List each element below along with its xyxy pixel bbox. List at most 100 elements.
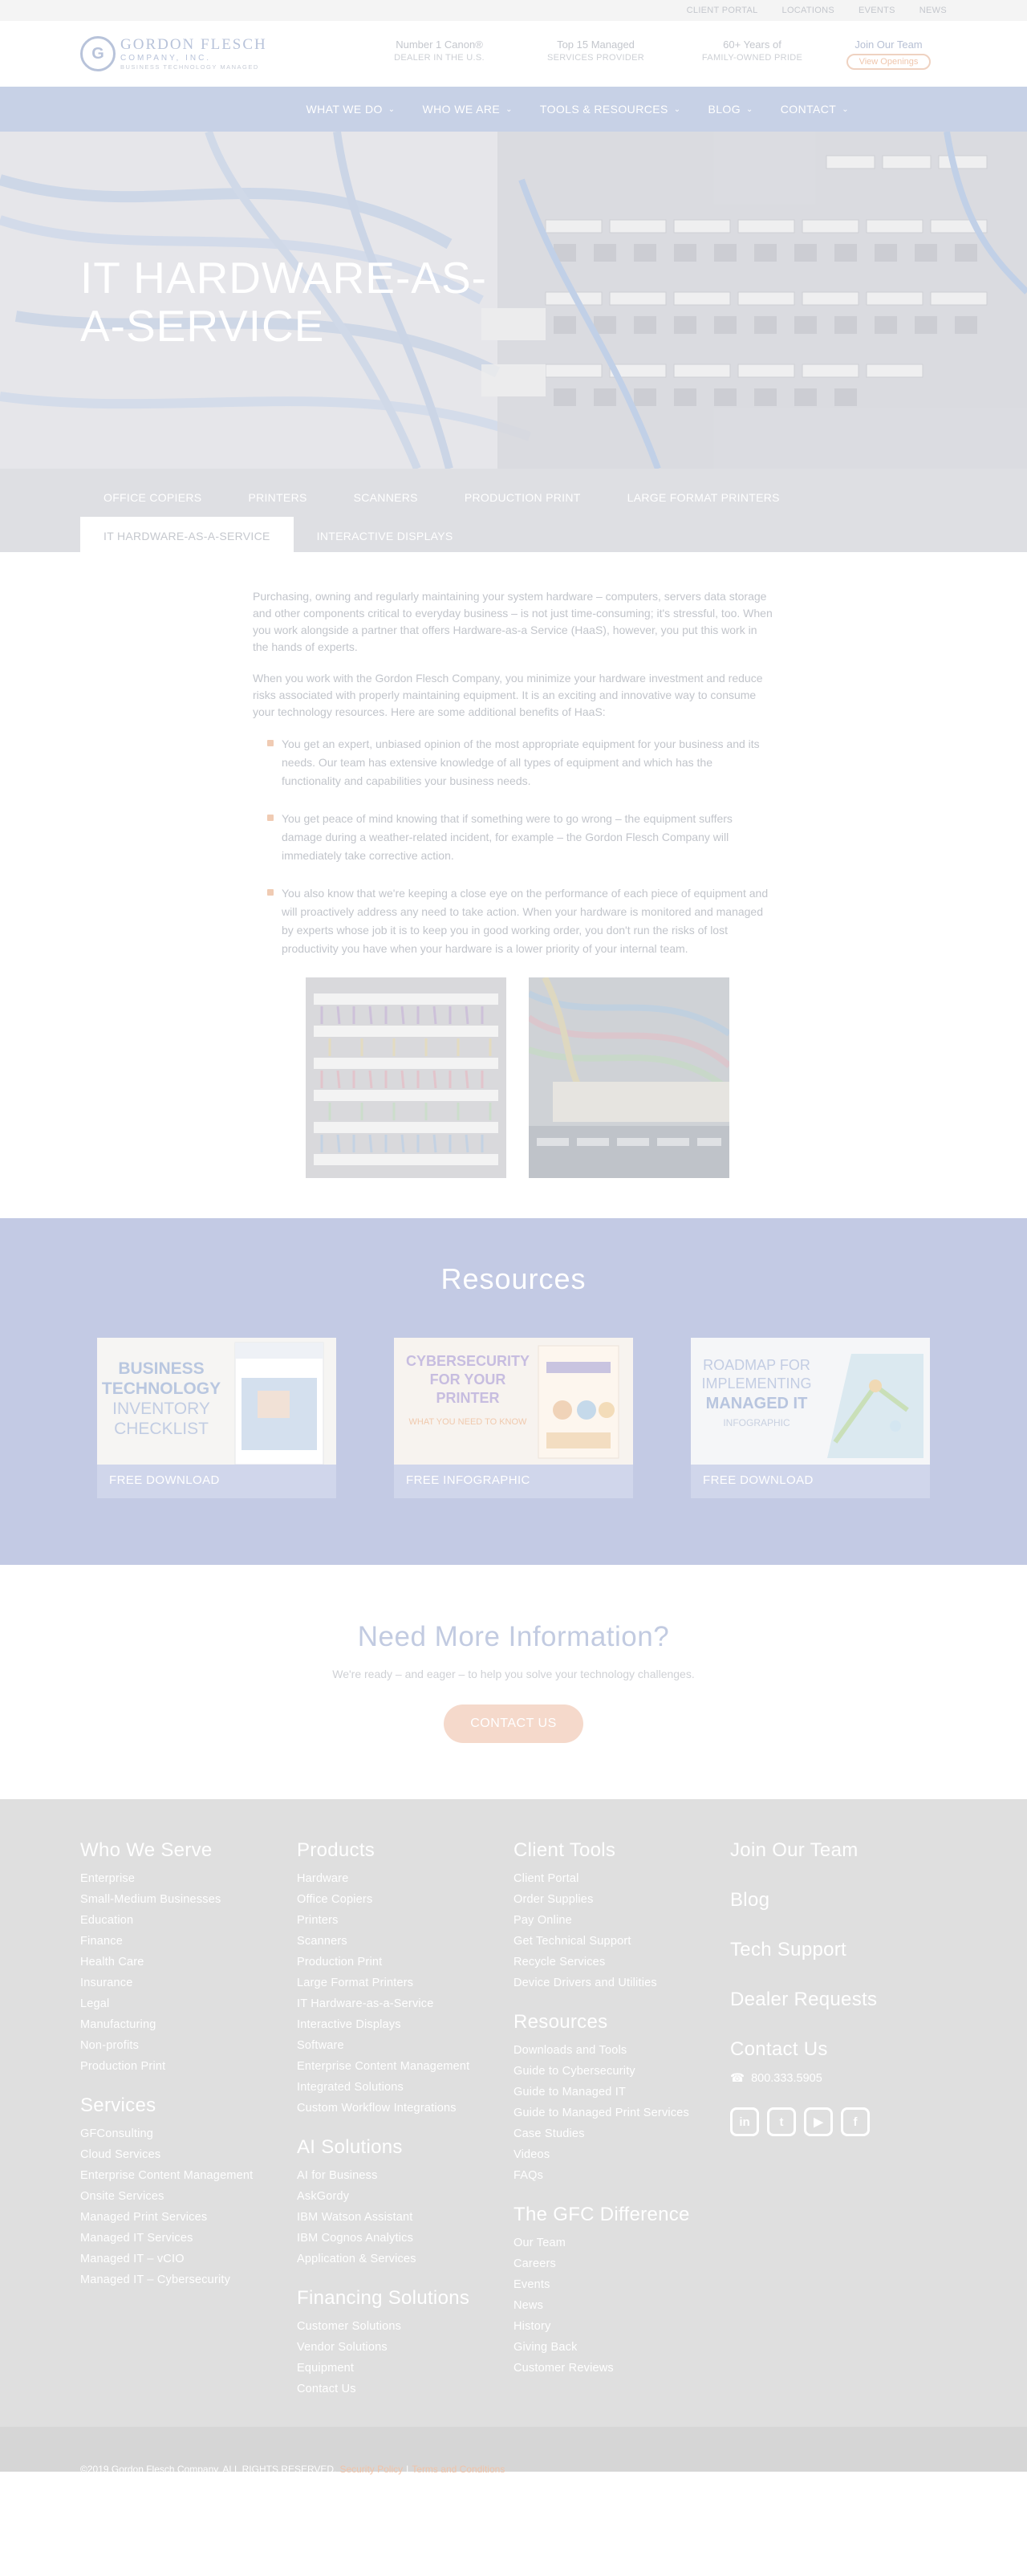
resource-card-managed-it-roadmap[interactable]: ROADMAP FOR IMPLEMENTING MANAGED IT INFO… — [691, 1338, 930, 1498]
footer-link[interactable]: Enterprise — [80, 1868, 290, 1889]
footer-link[interactable]: Printers — [297, 1910, 507, 1931]
footer-link[interactable]: Equipment — [297, 2358, 507, 2379]
footer-link[interactable]: IBM Watson Assistant — [297, 2207, 507, 2228]
footer-link[interactable]: Managed IT – vCIO — [80, 2249, 290, 2269]
footer-link[interactable]: Finance — [80, 1931, 290, 1952]
footer-link[interactable]: Small-Medium Businesses — [80, 1889, 290, 1910]
footer-link[interactable]: Cloud Services — [80, 2144, 290, 2165]
footer-link[interactable]: Education — [80, 1910, 290, 1931]
security-policy-link[interactable]: Security Policy — [339, 2464, 403, 2475]
footer-link[interactable]: Non-profits — [80, 2035, 290, 2056]
footer-link[interactable]: Vendor Solutions — [297, 2337, 507, 2358]
footer-link-join-our-team[interactable]: Join Our Team — [730, 1839, 947, 1862]
footer-link[interactable]: Recycle Services — [514, 1952, 724, 1973]
tab-it-hardware-as-a-service[interactable]: IT HARDWARE-AS-A-SERVICE — [80, 517, 294, 555]
tab-printers[interactable]: PRINTERS — [225, 478, 330, 517]
footer-link[interactable]: Legal — [80, 1993, 290, 2014]
logo-tagline: BUSINESS TECHNOLOGY MANAGED — [120, 63, 259, 71]
footer-link[interactable]: Production Print — [297, 1952, 507, 1973]
footer-link[interactable]: Application & Services — [297, 2249, 507, 2269]
footer-link[interactable]: Hardware — [297, 1868, 507, 1889]
footer-link[interactable]: IT Hardware-as-a-Service — [297, 1993, 507, 2014]
footer-link[interactable]: Contact Us — [297, 2379, 507, 2399]
footer-link[interactable]: Custom Workflow Integrations — [297, 2098, 507, 2119]
footer-link[interactable]: Managed Print Services — [80, 2207, 290, 2228]
client-portal-link[interactable]: CLIENT PORTAL — [687, 6, 758, 15]
footer-link[interactable]: News — [514, 2295, 724, 2316]
stat-line1: 60+ Years of — [723, 38, 781, 51]
footer-link[interactable]: Integrated Solutions — [297, 2077, 507, 2098]
terms-conditions-link[interactable]: Terms and Conditions — [412, 2464, 505, 2475]
footer-link[interactable]: IBM Cognos Analytics — [297, 2228, 507, 2249]
inventory-checklist-cover: BUSINESS TECHNOLOGY INVENTORY CHECKLIST — [97, 1338, 336, 1465]
contact-us-button[interactable]: CONTACT US — [444, 1704, 583, 1743]
footer-link[interactable]: AI for Business — [297, 2165, 507, 2186]
footer-link[interactable]: Giving Back — [514, 2337, 724, 2358]
footer-link[interactable]: Guide to Managed Print Services — [514, 2103, 724, 2123]
footer-link[interactable]: AskGordy — [297, 2186, 507, 2207]
join-team-box: Join Our Team View Openings — [841, 39, 937, 70]
footer-link[interactable]: Client Portal — [514, 1868, 724, 1889]
copyright-bar: ©2019 Gordon Flesch Company. ALL RIGHTS … — [0, 2427, 1027, 2475]
footer-link[interactable]: Scanners — [297, 1931, 507, 1952]
footer-link[interactable]: Health Care — [80, 1952, 290, 1973]
footer-link[interactable]: Large Format Printers — [297, 1973, 507, 1993]
locations-link[interactable]: LOCATIONS — [782, 6, 834, 15]
footer-link-contact-us[interactable]: Contact Us — [730, 2038, 947, 2061]
footer-phone[interactable]: ☎ 800.333.5905 — [730, 2072, 947, 2085]
footer-link[interactable]: Guide to Cybersecurity — [514, 2061, 724, 2082]
footer-link[interactable]: Interactive Displays — [297, 2014, 507, 2035]
footer-link[interactable]: Software — [297, 2035, 507, 2056]
company-logo[interactable]: G GORDON FLESCH COMPANY, INC. BUSINESS T… — [80, 36, 289, 71]
footer-link[interactable]: Customer Reviews — [514, 2358, 724, 2379]
footer-col-quick-links: Join Our Team Blog Tech Support Dealer R… — [730, 1839, 947, 2399]
twitter-icon[interactable]: t — [767, 2107, 796, 2136]
footer-link[interactable]: Manufacturing — [80, 2014, 290, 2035]
footer-link[interactable]: GFConsulting — [80, 2123, 290, 2144]
nav-blog[interactable]: BLOG ⌄ — [694, 103, 766, 116]
nav-what-we-do[interactable]: WHAT WE DO ⌄ — [293, 103, 409, 116]
footer-link[interactable]: Device Drivers and Utilities — [514, 1973, 724, 1993]
nav-contact[interactable]: CONTACT ⌄ — [767, 103, 863, 116]
footer-link[interactable]: History — [514, 2316, 724, 2337]
footer-link[interactable]: Case Studies — [514, 2123, 724, 2144]
footer-link[interactable]: Get Technical Support — [514, 1931, 724, 1952]
facebook-icon[interactable]: f — [841, 2107, 870, 2136]
footer-link[interactable]: Videos — [514, 2144, 724, 2165]
footer-link[interactable]: Onsite Services — [80, 2186, 290, 2207]
footer-link[interactable]: Guide to Managed IT — [514, 2082, 724, 2103]
footer-link[interactable]: Our Team — [514, 2233, 724, 2253]
resource-card-printer-cybersecurity[interactable]: CYBERSECURITY FOR YOUR PRINTER WHAT YOU … — [394, 1338, 633, 1498]
footer-link[interactable]: Careers — [514, 2253, 724, 2274]
tab-office-copiers[interactable]: OFFICE COPIERS — [80, 478, 225, 517]
news-link[interactable]: NEWS — [919, 6, 947, 15]
nav-tools-resources[interactable]: TOOLS & RESOURCES ⌄ — [526, 103, 695, 116]
tab-large-format-printers[interactable]: LARGE FORMAT PRINTERS — [604, 478, 803, 517]
card-art-text: CHECKLIST — [114, 1420, 209, 1438]
footer-link[interactable]: Downloads and Tools — [514, 2040, 724, 2061]
footer-link[interactable]: Insurance — [80, 1973, 290, 1993]
footer-link[interactable]: Events — [514, 2274, 724, 2295]
footer-link[interactable]: Managed IT Services — [80, 2228, 290, 2249]
resource-card-inventory-checklist[interactable]: BUSINESS TECHNOLOGY INVENTORY CHECKLIST … — [97, 1338, 336, 1498]
footer-link[interactable]: Order Supplies — [514, 1889, 724, 1910]
tab-interactive-displays[interactable]: INTERACTIVE DISPLAYS — [294, 517, 477, 555]
footer-link[interactable]: Customer Solutions — [297, 2316, 507, 2337]
nav-who-we-are[interactable]: WHO WE ARE ⌄ — [409, 103, 526, 116]
footer-link[interactable]: Enterprise Content Management — [80, 2165, 290, 2186]
youtube-icon[interactable]: ▶ — [804, 2107, 833, 2136]
view-openings-button[interactable]: View Openings — [846, 53, 932, 70]
linkedin-icon[interactable]: in — [730, 2107, 759, 2136]
footer-link[interactable]: FAQs — [514, 2165, 724, 2186]
footer-link[interactable]: Pay Online — [514, 1910, 724, 1931]
tab-production-print[interactable]: PRODUCTION PRINT — [441, 478, 604, 517]
footer-link[interactable]: Production Print — [80, 2056, 290, 2077]
footer-link-dealer-requests[interactable]: Dealer Requests — [730, 1989, 947, 2011]
tab-scanners[interactable]: SCANNERS — [331, 478, 441, 517]
footer-link-tech-support[interactable]: Tech Support — [730, 1939, 947, 1961]
footer-link[interactable]: Enterprise Content Management — [297, 2056, 507, 2077]
footer-link[interactable]: Office Copiers — [297, 1889, 507, 1910]
footer-link[interactable]: Managed IT – Cybersecurity — [80, 2269, 290, 2290]
events-link[interactable]: EVENTS — [859, 6, 895, 15]
footer-link-blog[interactable]: Blog — [730, 1889, 947, 1912]
